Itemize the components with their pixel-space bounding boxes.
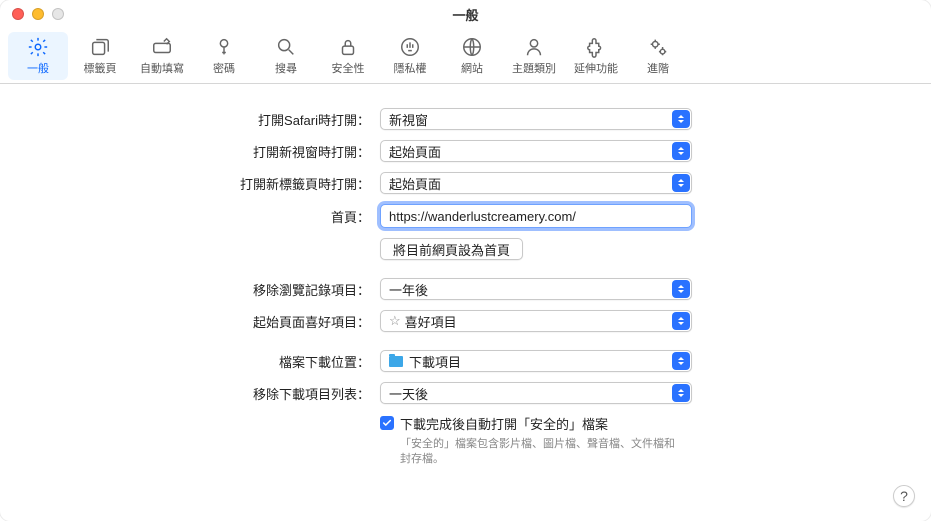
safe-files-checkbox[interactable] (380, 416, 394, 430)
tab-general[interactable]: 一般 (8, 32, 68, 80)
select-value: 新視窗 (389, 110, 428, 129)
chevron-updown-icon (672, 280, 690, 298)
person-icon (523, 36, 545, 58)
tab-label: 主題類別 (512, 60, 556, 76)
select-value: 一年後 (389, 280, 428, 299)
safe-files-label: 下載完成後自動打開「安全的」檔案 (400, 414, 608, 433)
tab-label: 標籤頁 (84, 60, 117, 76)
chevron-updown-icon (672, 142, 690, 160)
open-tab-label: 打開新標籤頁時打開： (40, 174, 380, 193)
chevron-updown-icon (672, 352, 690, 370)
titlebar: 一般 (0, 0, 931, 28)
tab-label: 進階 (647, 60, 669, 76)
tab-search[interactable]: 搜尋 (256, 32, 316, 80)
tab-label: 搜尋 (275, 60, 297, 76)
remove-downloads-label: 移除下載項目列表： (40, 384, 380, 403)
folder-icon (389, 356, 403, 367)
puzzle-icon (585, 36, 607, 58)
window-title: 一般 (0, 5, 931, 24)
globe-icon (461, 36, 483, 58)
tab-security[interactable]: 安全性 (318, 32, 378, 80)
help-button[interactable]: ? (893, 485, 915, 507)
star-icon: ☆ (389, 313, 401, 329)
chevron-updown-icon (672, 312, 690, 330)
select-value: 起始頁面 (389, 174, 441, 193)
tab-extensions[interactable]: 延伸功能 (566, 32, 626, 80)
homepage-field[interactable] (380, 204, 692, 228)
open-tab-select[interactable]: 起始頁面 (380, 172, 692, 194)
select-value: 一天後 (389, 384, 428, 403)
gears-icon (647, 36, 669, 58)
tab-websites[interactable]: 網站 (442, 32, 502, 80)
favorites-label: 起始頁面喜好項目： (40, 312, 380, 331)
hand-icon (399, 36, 421, 58)
open-window-label: 打開新視窗時打開： (40, 142, 380, 161)
tab-label: 隱私權 (394, 60, 427, 76)
tab-label: 密碼 (213, 60, 235, 76)
tab-passwords[interactable]: 密碼 (194, 32, 254, 80)
remove-history-select[interactable]: 一年後 (380, 278, 692, 300)
tab-tabs[interactable]: 標籤頁 (70, 32, 130, 80)
select-value: 喜好項目 (405, 312, 457, 331)
open-window-select[interactable]: 起始頁面 (380, 140, 692, 162)
tab-label: 一般 (27, 60, 49, 76)
select-value: 下載項目 (409, 352, 461, 371)
remove-downloads-select[interactable]: 一天後 (380, 382, 692, 404)
open-safari-select[interactable]: 新視窗 (380, 108, 692, 130)
tab-themes[interactable]: 主題類別 (504, 32, 564, 80)
remove-history-label: 移除瀏覽記錄項目： (40, 280, 380, 299)
tab-label: 網站 (461, 60, 483, 76)
download-location-select[interactable]: 下載項目 (380, 350, 692, 372)
homepage-label: 首頁： (40, 207, 380, 226)
safe-files-help: 「安全的」檔案包含影片檔、圖片檔、聲音檔、文件檔和封存檔。 (400, 437, 680, 468)
open-safari-label: 打開Safari時打開： (40, 110, 380, 129)
search-icon (275, 36, 297, 58)
chevron-updown-icon (672, 174, 690, 192)
tabs-icon (89, 36, 111, 58)
check-icon (382, 418, 392, 428)
chevron-updown-icon (672, 110, 690, 128)
content-pane: 打開Safari時打開： 新視窗 打開新視窗時打開： 起始頁面 打開新標籤頁時打… (0, 84, 931, 498)
preferences-window: 一般 一般 標籤頁 自動填寫 密碼 搜尋 安全性 隱私權 (0, 0, 931, 521)
favorites-select[interactable]: ☆ 喜好項目 (380, 310, 692, 332)
pencil-icon (151, 36, 173, 58)
key-icon (213, 36, 235, 58)
set-current-page-button[interactable]: 將目前網頁設為首頁 (380, 238, 523, 260)
tab-autofill[interactable]: 自動填寫 (132, 32, 192, 80)
tab-label: 安全性 (332, 60, 365, 76)
question-icon: ? (900, 488, 908, 504)
tab-label: 自動填寫 (140, 60, 184, 76)
toolbar: 一般 標籤頁 自動填寫 密碼 搜尋 安全性 隱私權 網站 (0, 28, 931, 84)
lock-icon (337, 36, 359, 58)
tab-privacy[interactable]: 隱私權 (380, 32, 440, 80)
chevron-updown-icon (672, 384, 690, 402)
download-location-label: 檔案下載位置： (40, 352, 380, 371)
select-value: 起始頁面 (389, 142, 441, 161)
tab-advanced[interactable]: 進階 (628, 32, 688, 80)
gear-icon (27, 36, 49, 58)
tab-label: 延伸功能 (574, 60, 618, 76)
